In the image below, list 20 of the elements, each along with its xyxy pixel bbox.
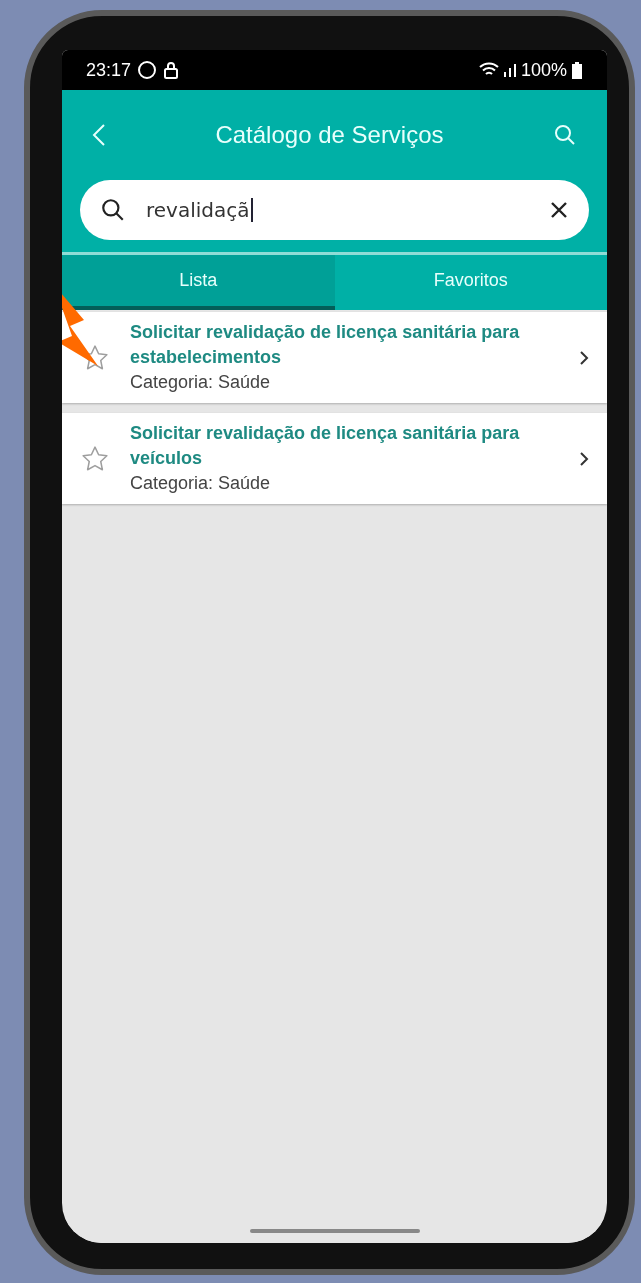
search-value: revalidaçã	[146, 198, 253, 222]
signal-icon	[502, 63, 517, 77]
page-title: Catálogo de Serviços	[214, 120, 445, 150]
status-time: 23:17	[86, 58, 132, 82]
battery-icon	[571, 61, 583, 79]
search-field[interactable]: revalidaçã	[80, 180, 589, 240]
close-icon[interactable]	[549, 200, 569, 220]
lock-icon	[163, 61, 180, 79]
chevron-right-icon	[579, 349, 589, 366]
search-icon	[100, 197, 126, 223]
battery-level: 100%	[520, 58, 567, 82]
service-title: Solicitar revalidação de licença sanitária para veículos	[130, 422, 521, 470]
search-icon[interactable]	[553, 123, 577, 147]
service-category: Categoria: Saúde	[130, 472, 272, 495]
back-icon[interactable]	[92, 123, 106, 147]
chevron-right-icon	[579, 450, 589, 467]
service-card[interactable]: Solicitar revalidação de licença sanitária para estabelecimentos Categoria: Saúde	[62, 312, 607, 403]
service-category: Categoria: Saúde	[130, 371, 272, 394]
service-card[interactable]: Solicitar revalidação de licença sanitária para veículos Categoria: Saúde	[62, 413, 607, 504]
service-title: Solicitar revalidação de licença sanitária para estabelecimentos	[130, 321, 521, 369]
